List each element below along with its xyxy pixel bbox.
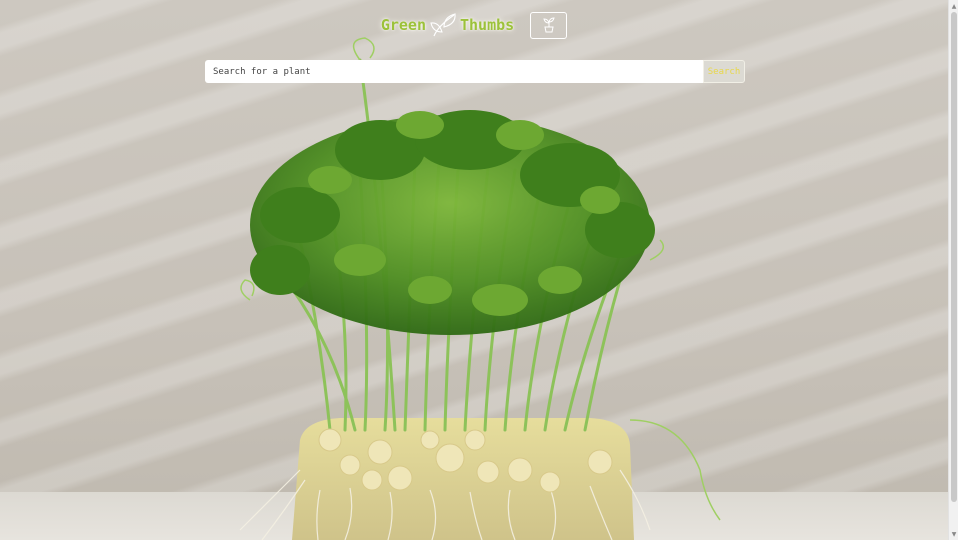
leaf-icon <box>430 13 456 37</box>
search-bar: Search <box>205 60 745 83</box>
logo-text-left: Green <box>380 16 426 34</box>
scrollbar-thumb[interactable] <box>951 12 957 502</box>
logo-text-right: Thumbs <box>459 16 515 34</box>
vertical-scrollbar[interactable]: ▲ ▼ <box>948 0 958 540</box>
scroll-down-arrow-icon[interactable]: ▼ <box>949 528 958 540</box>
plant-collection-button[interactable] <box>530 11 568 39</box>
scroll-up-arrow-icon[interactable]: ▲ <box>949 0 958 12</box>
site-header: Green Thumbs <box>0 10 948 40</box>
site-logo[interactable]: Green Thumbs <box>381 12 514 38</box>
search-input[interactable] <box>205 60 703 83</box>
potted-plant-icon <box>543 17 555 33</box>
search-button[interactable]: Search <box>703 60 745 83</box>
